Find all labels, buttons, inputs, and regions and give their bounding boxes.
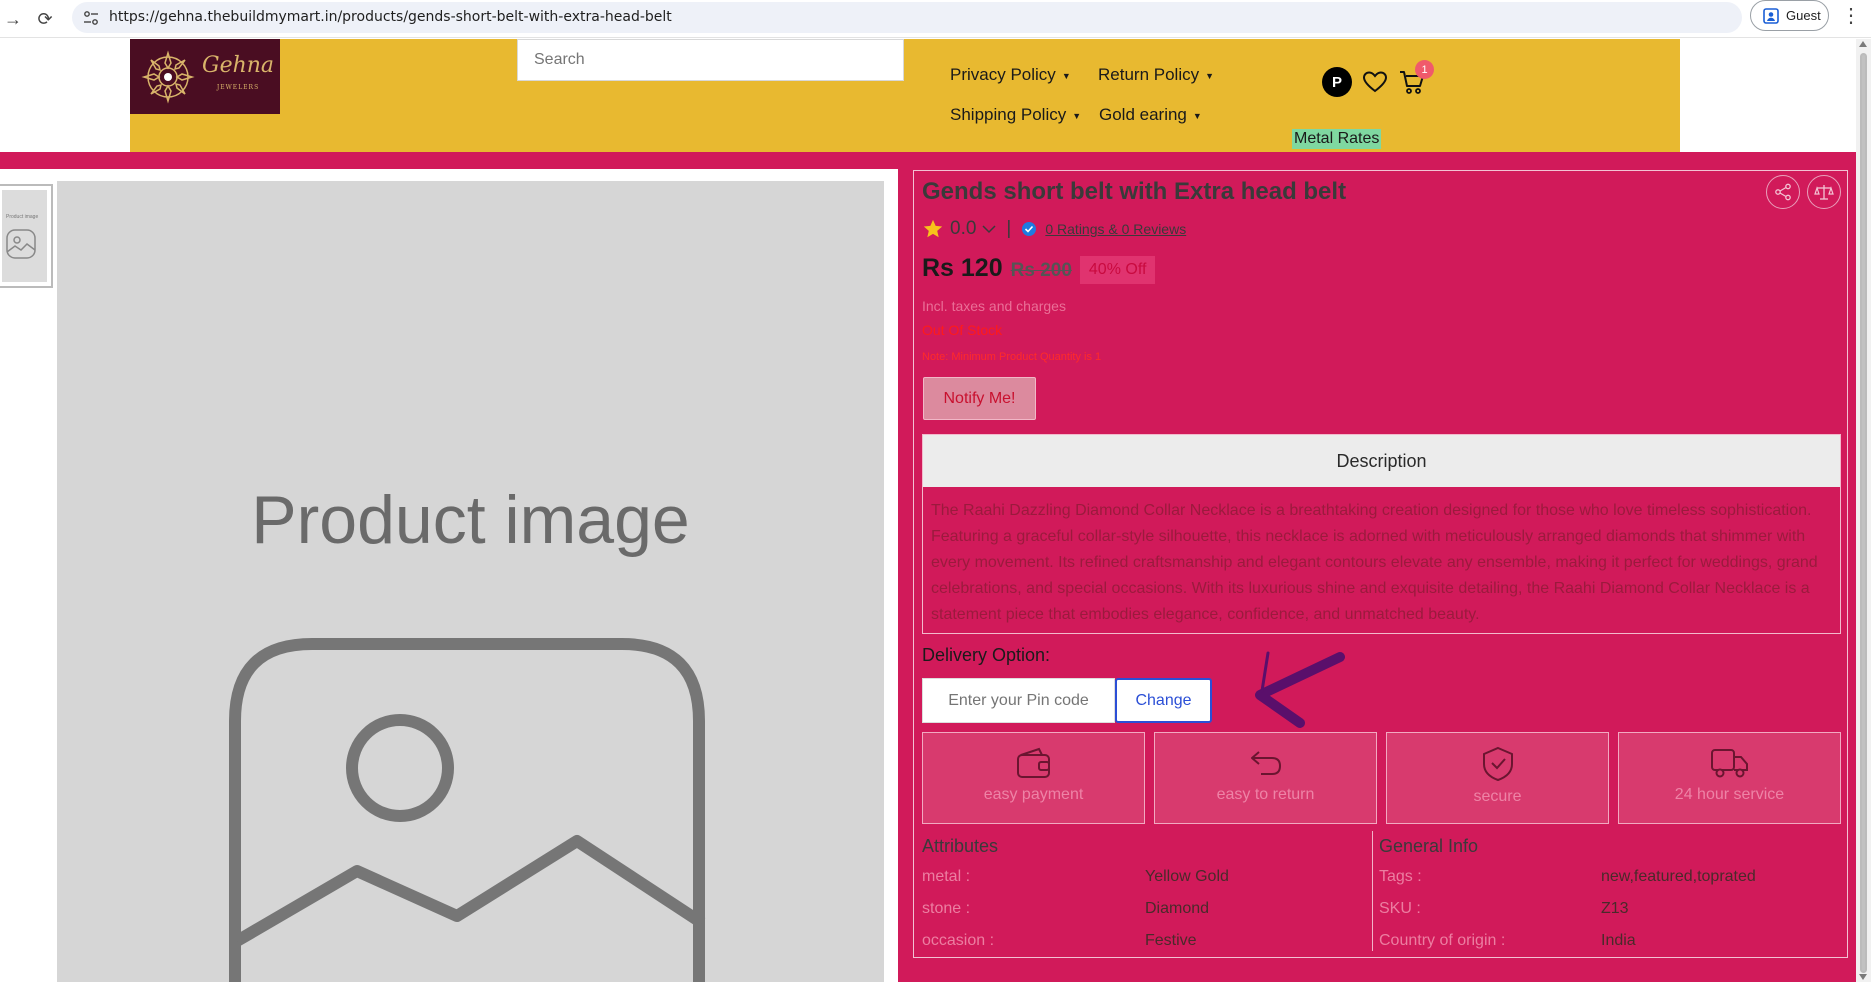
heart-icon[interactable] xyxy=(1362,70,1388,94)
info-value: Z13 xyxy=(1601,900,1629,917)
scale-compare-icon xyxy=(1814,185,1834,200)
annotation-arrow-icon xyxy=(1255,651,1345,728)
feature-label: easy to return xyxy=(1216,786,1315,803)
product-details-panel: Gends short belt with Extra head belt 0.… xyxy=(913,170,1848,958)
site-settings-icon[interactable] xyxy=(82,9,100,27)
address-bar[interactable]: https://gehna.thebuildmymart.in/products… xyxy=(72,2,1742,33)
scroll-down-icon[interactable] xyxy=(1859,974,1867,980)
tax-note: Incl. taxes and charges xyxy=(922,298,1066,314)
chevron-down-icon: ▼ xyxy=(1192,110,1202,121)
feature-easy-payment: easy payment xyxy=(922,732,1145,824)
cart-button[interactable]: 1 xyxy=(1398,60,1434,96)
description-box: Description The Raahi Dazzling Diamond C… xyxy=(922,434,1841,634)
menu-gold-earing[interactable]: Gold earing ▼ xyxy=(1099,105,1202,125)
profile-label: Guest xyxy=(1786,8,1821,23)
rating-value: 0.0 xyxy=(950,218,977,239)
share-button[interactable] xyxy=(1766,175,1800,209)
return-arrow-icon xyxy=(1250,751,1281,775)
attribute-value: Diamond xyxy=(1145,900,1210,917)
chevron-down-icon: ▼ xyxy=(1072,110,1082,121)
general-info-title: General Info xyxy=(1379,836,1479,856)
description-heading[interactable]: Description xyxy=(923,435,1840,487)
share-icon xyxy=(1775,183,1791,201)
brand-name: Gehna JEWELERS xyxy=(202,54,274,99)
info-key: SKU : xyxy=(1379,900,1421,917)
menu-return-policy[interactable]: Return Policy ▼ xyxy=(1098,65,1214,85)
shield-check-icon xyxy=(1482,746,1513,782)
browser-menu-icon[interactable]: ⋮ xyxy=(1841,4,1861,28)
url-text[interactable]: https://gehna.thebuildmymart.in/products… xyxy=(109,9,672,25)
notify-me-button[interactable]: Notify Me! xyxy=(923,377,1036,420)
discount-badge: 40% Off xyxy=(1079,256,1156,284)
price-row: Rs 120 Rs 200 40% Off xyxy=(922,254,1156,286)
attribute-value: Festive xyxy=(1145,932,1197,949)
page-scrollbar[interactable] xyxy=(1856,39,1871,982)
ratings-reviews-link[interactable]: 0 Ratings & 0 Reviews xyxy=(1045,221,1186,237)
verified-badge-icon xyxy=(1022,222,1037,236)
star-icon xyxy=(923,219,943,238)
mandala-logo-icon xyxy=(141,49,195,104)
profile-button[interactable]: Guest xyxy=(1750,0,1829,31)
avatar[interactable]: P xyxy=(1322,67,1352,97)
truck-icon xyxy=(1710,749,1748,778)
info-key: Country of origin : xyxy=(1379,932,1506,949)
scroll-up-icon[interactable] xyxy=(1859,41,1867,47)
chevron-down-icon: ▼ xyxy=(1061,70,1071,81)
feature-secure: secure xyxy=(1386,732,1609,824)
menu-shipping-policy[interactable]: Shipping Policy ▼ xyxy=(950,105,1081,125)
brand-tagline: JEWELERS xyxy=(216,83,260,91)
site-header: Gehna JEWELERS Privacy Policy▼ Return Po… xyxy=(130,39,1680,152)
attributes-title: Attributes xyxy=(922,836,999,856)
metal-rates-link[interactable]: Metal Rates xyxy=(1292,129,1382,149)
rating-row: 0.0 | 0 Ratings & 0 Reviews xyxy=(922,218,1186,240)
forward-icon[interactable]: → xyxy=(0,6,26,32)
delivery-option-label: Delivery Option: xyxy=(922,645,1051,665)
feature-easy-to-return: easy to return xyxy=(1154,732,1377,824)
image-placeholder-icon xyxy=(229,638,706,982)
product-price: Rs 120 xyxy=(922,254,1003,282)
reload-icon[interactable]: ⟳ xyxy=(32,6,58,32)
cart-count-badge: 1 xyxy=(1415,60,1434,79)
scrollbar-thumb[interactable] xyxy=(1860,53,1867,973)
pincode-input[interactable] xyxy=(922,678,1115,723)
chevron-down-icon[interactable] xyxy=(982,224,996,234)
product-mrp: Rs 200 xyxy=(1010,260,1072,281)
web-page: Gehna JEWELERS Privacy Policy▼ Return Po… xyxy=(0,39,1856,982)
feature-label: easy payment xyxy=(983,786,1084,803)
chevron-down-icon: ▼ xyxy=(1205,70,1215,81)
thumbnail-image[interactable]: Product image xyxy=(0,184,53,288)
rating-separator: | xyxy=(1006,218,1012,239)
attribute-key: occasion : xyxy=(922,932,995,949)
feature-label: 24 hour service xyxy=(1674,786,1785,803)
attribute-value: Yellow Gold xyxy=(1145,868,1229,885)
info-divider xyxy=(1372,831,1373,951)
header-actions: P 1 xyxy=(1322,60,1434,97)
attribute-key: metal : xyxy=(922,868,971,885)
compare-button[interactable] xyxy=(1807,175,1841,209)
browser-toolbar: → ⟳ https://gehna.thebuildmymart.in/prod… xyxy=(0,0,1871,38)
info-value: India xyxy=(1601,932,1636,949)
description-text: The Raahi Dazzling Diamond Collar Neckla… xyxy=(931,502,1818,623)
change-pincode-button[interactable]: Change xyxy=(1115,678,1212,723)
menu-privacy-policy[interactable]: Privacy Policy ▼ xyxy=(950,65,1071,85)
wallet-icon xyxy=(1016,747,1050,778)
min-quantity-note: Note: Minimum Product Quantity is 1 xyxy=(922,351,1102,363)
info-value: new,featured,toprated xyxy=(1601,868,1756,885)
attribute-key: stone : xyxy=(922,900,971,917)
stock-status: Out Of Stock xyxy=(922,322,1003,338)
product-title: Gends short belt with Extra head belt xyxy=(922,178,1347,205)
search-input[interactable] xyxy=(517,39,904,81)
info-key: Tags : xyxy=(1379,868,1422,885)
thumbnail-label: Product image xyxy=(6,214,39,220)
image-placeholder-icon xyxy=(6,229,36,259)
profile-icon xyxy=(1763,7,1779,24)
main-product-image[interactable]: Product image xyxy=(57,181,884,982)
feature-label: secure xyxy=(1473,788,1522,805)
feature-24-hour-service: 24 hour service xyxy=(1618,732,1841,824)
site-logo[interactable]: Gehna JEWELERS xyxy=(130,39,280,114)
